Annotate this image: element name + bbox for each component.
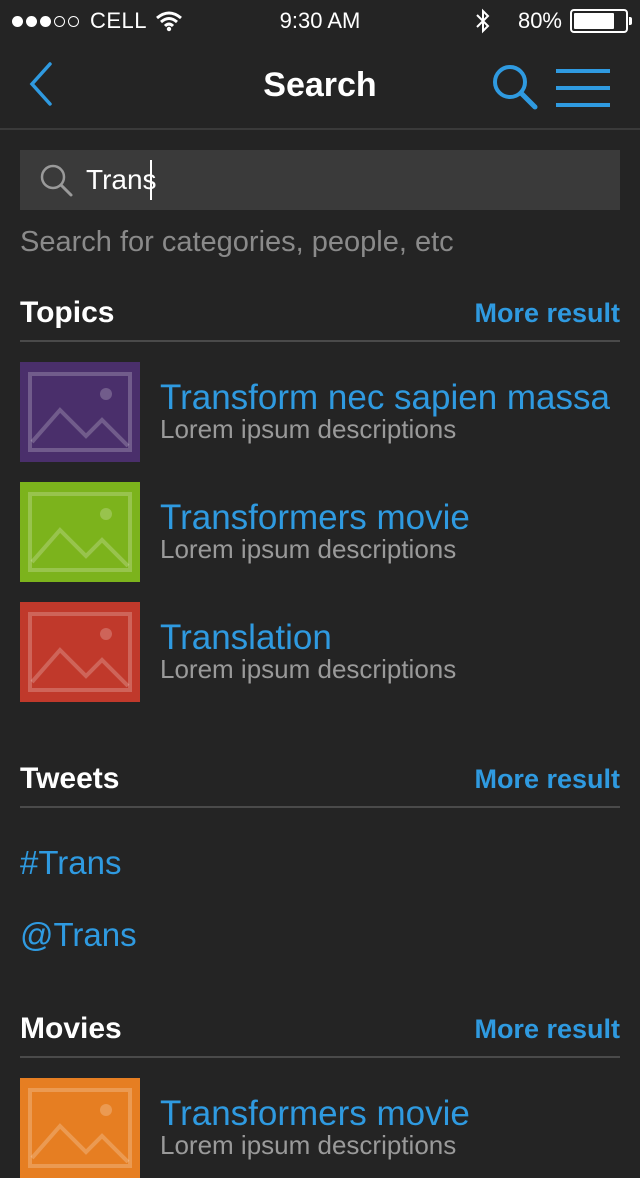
battery-percent: 80% — [517, 8, 562, 33]
item-description: Lorem ipsum descriptions — [160, 534, 457, 564]
section-title: Tweets — [20, 762, 120, 795]
text-caret — [150, 160, 152, 200]
item-description: Lorem ipsum descriptions — [160, 414, 457, 444]
section-header-topics: Topics More result — [20, 290, 620, 342]
image-placeholder-icon — [20, 602, 140, 702]
item-title: Translation — [160, 618, 332, 657]
image-placeholder-icon — [20, 1078, 140, 1178]
status-bar: CELL 9:30 AM 80% — [0, 0, 640, 40]
more-result-link[interactable]: More result — [474, 298, 620, 329]
search-input[interactable] — [86, 160, 620, 200]
mention-link[interactable]: @Trans — [20, 916, 137, 954]
image-placeholder-icon — [20, 482, 140, 582]
section-header-movies: Movies More result — [20, 1006, 620, 1058]
item-title: Transform nec sapien massa — [160, 378, 610, 417]
search-icon[interactable] — [490, 62, 540, 112]
item-description: Lorem ipsum descriptions — [160, 1130, 457, 1160]
hashtag-link[interactable]: #Trans — [20, 844, 121, 882]
nav-bar: Search — [0, 40, 640, 130]
search-hint: Search for categories, people, etc — [20, 226, 454, 258]
item-title: Transformers movie — [160, 1094, 470, 1133]
more-result-link[interactable]: More result — [474, 764, 620, 795]
battery-fill — [574, 13, 614, 29]
search-icon — [40, 164, 73, 197]
list-item[interactable]: Transform nec sapien massa Lorem ipsum d… — [20, 362, 620, 462]
item-title: Transformers movie — [160, 498, 470, 537]
page-title: Search — [263, 66, 377, 104]
list-item[interactable]: Transformers movie Lorem ipsum descripti… — [20, 1078, 620, 1178]
section-header-tweets: Tweets More result — [20, 756, 620, 808]
list-item[interactable]: Transformers movie Lorem ipsum descripti… — [20, 482, 620, 582]
search-field[interactable] — [20, 150, 620, 210]
status-right: 80% — [474, 8, 632, 34]
battery-icon — [570, 9, 632, 33]
image-placeholder-icon — [20, 362, 140, 462]
list-item[interactable]: Translation Lorem ipsum descriptions — [20, 602, 620, 702]
hamburger-menu-icon[interactable] — [556, 68, 610, 108]
bluetooth-icon — [476, 8, 490, 34]
section-title: Movies — [20, 1012, 122, 1045]
item-description: Lorem ipsum descriptions — [160, 654, 457, 684]
more-result-link[interactable]: More result — [474, 1014, 620, 1045]
section-title: Topics — [20, 296, 115, 329]
